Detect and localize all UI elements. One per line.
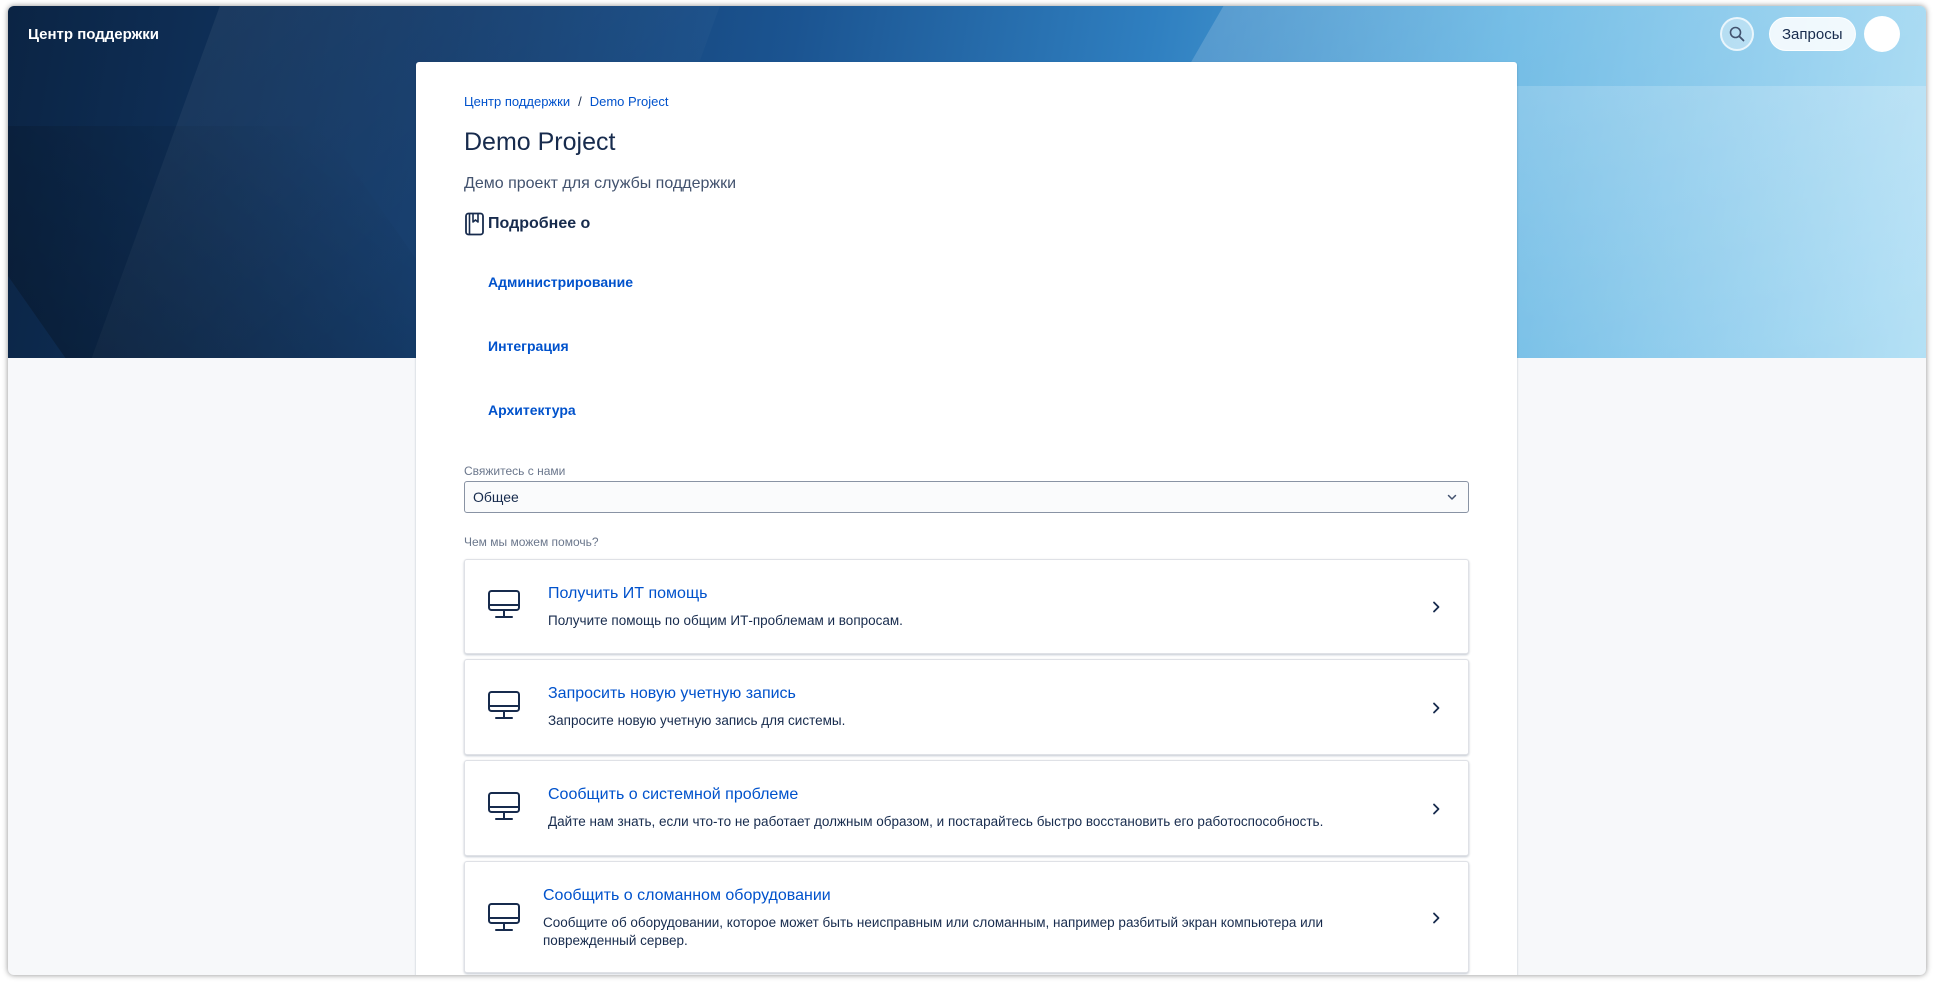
breadcrumb-separator: / <box>578 94 582 109</box>
project-description: Демо проект для службы поддержки <box>464 175 736 192</box>
request-type-title[interactable]: Получить ИТ помощь <box>548 585 707 603</box>
help-section-label: Чем мы можем помочь? <box>464 535 599 549</box>
chevron-right-icon <box>1433 912 1440 924</box>
knowledge-base-heading: Подробнее о <box>464 212 590 236</box>
monitor-icon <box>488 590 520 618</box>
requests-button[interactable]: Запросы <box>1769 17 1856 51</box>
kb-category-link[interactable]: Архитектура <box>488 402 576 418</box>
kb-category-link[interactable]: Администрирование <box>488 274 633 290</box>
knowledge-base-heading-label: Подробнее о <box>488 215 591 232</box>
chevron-right-icon <box>1433 601 1440 613</box>
request-type-card[interactable]: Сообщить о сломанном оборудовании Сообщи… <box>464 861 1469 973</box>
request-type-description: Получите помощь по общим ИТ-проблемам и … <box>548 613 903 628</box>
kb-category-link[interactable]: Интеграция <box>488 338 569 354</box>
main-panel: Центр поддержки / Demo Project Demo Proj… <box>416 62 1517 975</box>
chevron-right-icon <box>1433 702 1440 714</box>
chevron-down-icon <box>1447 494 1457 500</box>
request-type-card[interactable]: Получить ИТ помощь Получите помощь по об… <box>464 559 1469 654</box>
browser-window: Центр поддержки Запросы Центр поддержки … <box>8 6 1926 975</box>
help-center-logo-link[interactable]: Центр поддержки <box>28 26 159 43</box>
page-title: Demo Project <box>464 128 616 156</box>
search-icon <box>1729 26 1745 42</box>
chevron-right-icon <box>1433 803 1440 815</box>
request-group-select[interactable]: Общее <box>464 481 1469 513</box>
contact-select-label: Свяжитесь с нами <box>464 464 566 478</box>
request-type-card[interactable]: Сообщить о системной проблеме Дайте нам … <box>464 760 1469 856</box>
request-type-title[interactable]: Сообщить о сломанном оборудовании <box>543 887 831 905</box>
request-type-description: Запросите новую учетную запись для систе… <box>548 713 846 728</box>
search-button[interactable] <box>1720 17 1754 51</box>
request-type-title[interactable]: Запросить новую учетную запись <box>548 685 796 703</box>
breadcrumb-root-link[interactable]: Центр поддержки <box>464 94 570 109</box>
monitor-icon <box>488 792 520 820</box>
avatar[interactable] <box>1864 16 1900 52</box>
monitor-icon <box>488 691 520 719</box>
breadcrumb-current-link[interactable]: Demo Project <box>590 94 669 109</box>
select-value: Общее <box>473 489 519 505</box>
request-type-description: Дайте нам знать, если что-то не работает… <box>548 814 1324 829</box>
request-type-card[interactable]: Запросить новую учетную запись Запросите… <box>464 659 1469 755</box>
monitor-icon <box>488 903 520 931</box>
request-type-description: Сообщите об оборудовании, которое может … <box>543 915 1324 948</box>
book-icon <box>465 212 484 236</box>
breadcrumb: Центр поддержки / Demo Project <box>464 94 668 109</box>
request-type-title[interactable]: Сообщить о системной проблеме <box>548 786 798 804</box>
